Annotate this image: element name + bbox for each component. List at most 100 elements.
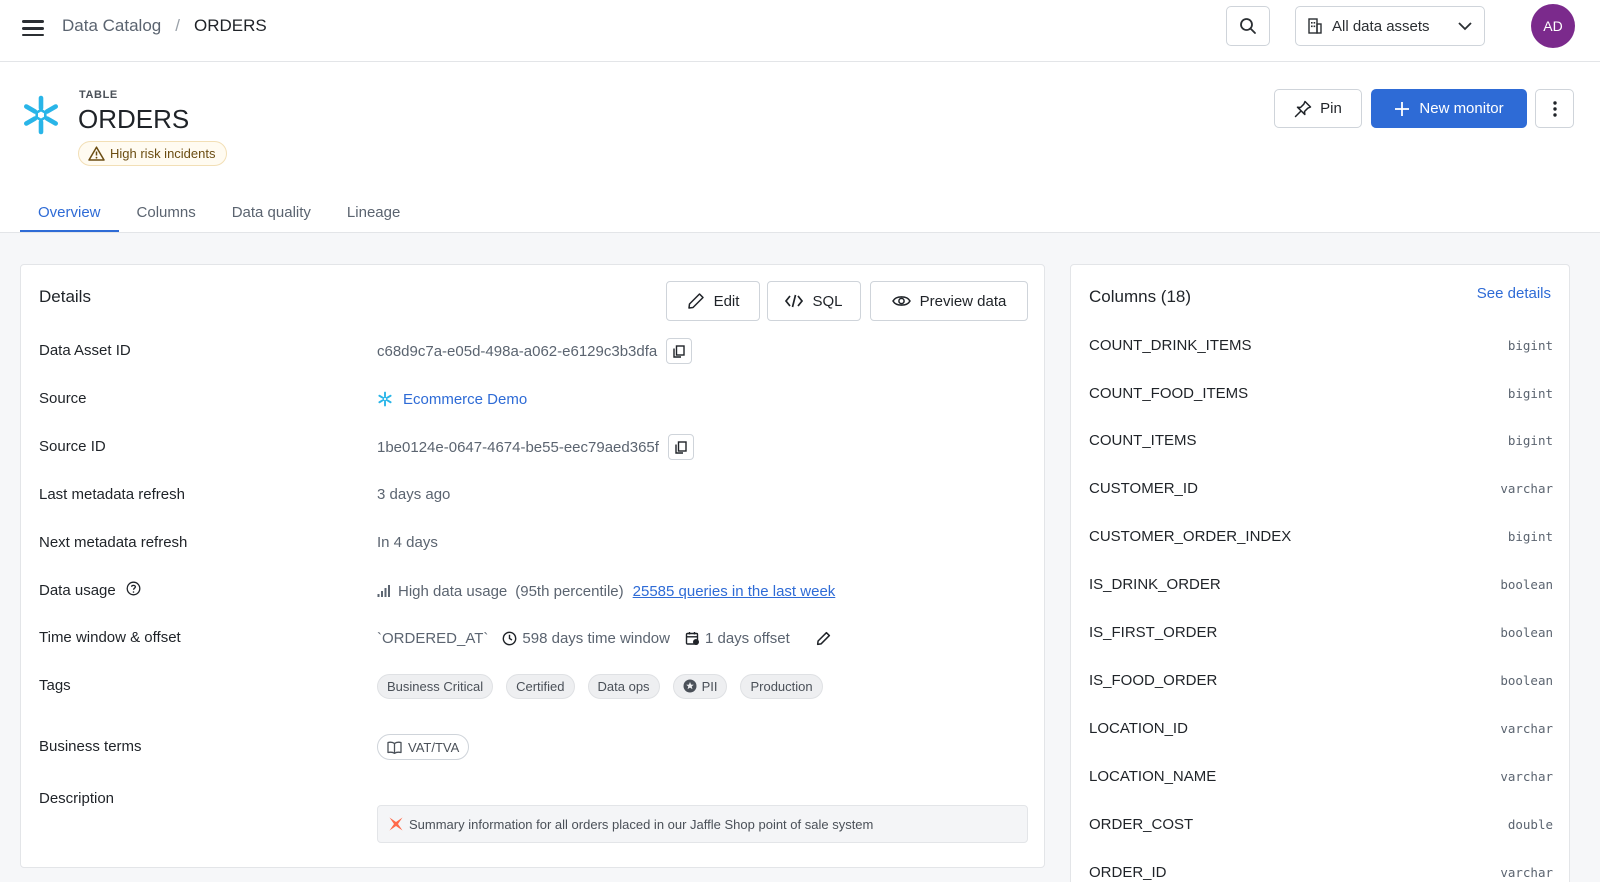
see-details-link[interactable]: See details bbox=[1477, 285, 1551, 302]
pin-icon bbox=[1294, 100, 1312, 117]
more-vertical-icon bbox=[1552, 100, 1557, 117]
preview-data-button[interactable]: Preview data bbox=[870, 281, 1028, 321]
column-name: IS_FOOD_ORDER bbox=[1089, 671, 1218, 689]
business-term-label: VAT/TVA bbox=[408, 739, 460, 755]
clock-icon bbox=[503, 631, 517, 645]
data-usage-row: High data usage (95th percentile) 25585 … bbox=[377, 577, 835, 605]
tag-production[interactable]: Production bbox=[740, 673, 823, 699]
tags-list: Business Critical Certified Data ops PII… bbox=[377, 672, 836, 700]
star-icon bbox=[683, 679, 697, 693]
column-type: boolean bbox=[1500, 576, 1553, 592]
column-row[interactable]: LOCATION_ID varchar bbox=[1089, 708, 1553, 748]
column-row[interactable]: COUNT_DRINK_ITEMS bigint bbox=[1089, 325, 1553, 365]
source-id-value: 1be0124e-0647-4674-be55-eec79aed365f bbox=[377, 438, 659, 456]
asset-filter-label: All data assets bbox=[1332, 17, 1430, 35]
tag-pii[interactable]: PII bbox=[672, 673, 728, 699]
column-name: CUSTOMER_ID bbox=[1089, 479, 1198, 497]
tab-bar: Overview Columns Data quality Lineage bbox=[20, 190, 418, 233]
column-name: LOCATION_ID bbox=[1089, 719, 1188, 737]
copy-icon bbox=[673, 344, 685, 358]
search-button[interactable] bbox=[1226, 6, 1270, 46]
source-label: Source bbox=[39, 390, 87, 407]
description-box[interactable]: Summary information for all orders place… bbox=[377, 805, 1028, 843]
calendar-icon bbox=[685, 631, 699, 645]
time-offset-value: 1 days offset bbox=[704, 629, 790, 647]
signal-icon bbox=[377, 585, 390, 597]
source-link[interactable]: Ecommerce Demo bbox=[403, 391, 527, 408]
column-row[interactable]: COUNT_ITEMS bigint bbox=[1089, 420, 1553, 460]
last-refresh-label: Last metadata refresh bbox=[39, 486, 185, 503]
column-row[interactable]: ORDER_COST double bbox=[1089, 804, 1553, 844]
asset-type-label: TABLE bbox=[79, 89, 118, 101]
source-id-row: 1be0124e-0647-4674-be55-eec79aed365f bbox=[377, 433, 694, 461]
menu-icon[interactable] bbox=[22, 16, 46, 38]
edit-label: Edit bbox=[713, 292, 740, 310]
source-row: Ecommerce Demo bbox=[377, 385, 527, 413]
edit-button[interactable]: Edit bbox=[666, 281, 760, 321]
business-terms-list: VAT/TVA bbox=[377, 733, 470, 761]
help-icon[interactable] bbox=[126, 581, 141, 596]
pin-button[interactable]: Pin bbox=[1274, 89, 1362, 128]
more-options-button[interactable] bbox=[1535, 89, 1574, 128]
tab-columns[interactable]: Columns bbox=[119, 190, 214, 233]
pencil-icon bbox=[687, 293, 704, 309]
description-label: Description bbox=[39, 790, 115, 807]
column-name: COUNT_ITEMS bbox=[1089, 431, 1197, 449]
tab-overview[interactable]: Overview bbox=[20, 190, 119, 233]
tag-certified[interactable]: Certified bbox=[506, 673, 575, 699]
sql-button[interactable]: SQL bbox=[767, 281, 861, 321]
column-row[interactable]: CUSTOMER_ID varchar bbox=[1089, 468, 1553, 508]
data-asset-id-value: c68d9c7a-e05d-498a-a062-e6129c3b3dfa bbox=[377, 342, 658, 360]
column-name: COUNT_DRINK_ITEMS bbox=[1089, 336, 1252, 354]
book-icon bbox=[387, 741, 402, 754]
column-name: ORDER_ID bbox=[1089, 863, 1167, 881]
column-row[interactable]: IS_FIRST_ORDER boolean bbox=[1089, 612, 1553, 652]
risk-badge[interactable]: High risk incidents bbox=[78, 141, 227, 166]
columns-title: Columns (18) bbox=[1089, 287, 1192, 306]
plus-icon bbox=[1395, 101, 1410, 116]
top-bar: Data Catalog / ORDERS All data assets AD bbox=[0, 0, 1600, 62]
risk-badge-label: High risk incidents bbox=[110, 146, 216, 161]
column-row[interactable]: COUNT_FOOD_ITEMS bigint bbox=[1089, 373, 1553, 413]
tab-data-quality[interactable]: Data quality bbox=[214, 190, 329, 233]
queries-link[interactable]: 25585 queries in the last week bbox=[633, 583, 836, 600]
avatar[interactable]: AD bbox=[1531, 4, 1575, 48]
time-window-value: 598 days time window bbox=[522, 629, 670, 647]
business-term-vat[interactable]: VAT/TVA bbox=[377, 734, 470, 760]
column-row[interactable]: ORDER_ID varchar bbox=[1089, 852, 1553, 882]
pin-label: Pin bbox=[1320, 100, 1342, 117]
breadcrumb-data-catalog[interactable]: Data Catalog bbox=[62, 16, 161, 36]
data-usage-label-group: Data usage bbox=[39, 581, 141, 599]
copy-source-id-button[interactable] bbox=[667, 434, 694, 460]
building-icon bbox=[1308, 18, 1322, 34]
tag-data-ops[interactable]: Data ops bbox=[587, 673, 660, 699]
time-column-value: `ORDERED_AT` bbox=[377, 629, 489, 647]
column-type: bigint bbox=[1507, 385, 1553, 401]
source-id-label: Source ID bbox=[39, 438, 106, 455]
column-name: LOCATION_NAME bbox=[1089, 767, 1217, 785]
asset-filter-select[interactable]: All data assets bbox=[1295, 6, 1485, 46]
column-name: IS_FIRST_ORDER bbox=[1089, 623, 1218, 641]
column-name: CUSTOMER_ORDER_INDEX bbox=[1089, 527, 1292, 545]
new-monitor-button[interactable]: New monitor bbox=[1371, 89, 1527, 128]
snowflake-icon bbox=[24, 95, 59, 135]
next-refresh-label: Next metadata refresh bbox=[39, 534, 188, 551]
column-row[interactable]: LOCATION_NAME varchar bbox=[1089, 756, 1553, 796]
column-row[interactable]: IS_FOOD_ORDER boolean bbox=[1089, 660, 1553, 700]
columns-card: Columns (18) See details COUNT_DRINK_ITE… bbox=[1070, 264, 1570, 882]
description-text: Summary information for all orders place… bbox=[409, 816, 874, 832]
column-type: double bbox=[1507, 816, 1553, 832]
column-type: boolean bbox=[1500, 672, 1553, 688]
preview-data-label: Preview data bbox=[919, 292, 1007, 310]
pencil-icon[interactable] bbox=[816, 631, 831, 646]
business-terms-label: Business terms bbox=[39, 738, 142, 755]
tag-business-critical[interactable]: Business Critical bbox=[377, 673, 494, 699]
tab-lineage[interactable]: Lineage bbox=[329, 190, 418, 233]
column-row[interactable]: IS_DRINK_ORDER boolean bbox=[1089, 564, 1553, 604]
column-name: COUNT_FOOD_ITEMS bbox=[1089, 384, 1249, 402]
column-row[interactable]: CUSTOMER_ORDER_INDEX bigint bbox=[1089, 516, 1553, 556]
details-card: Details Edit SQL Preview data Data Asset… bbox=[20, 264, 1045, 868]
last-refresh-value: 3 days ago bbox=[377, 486, 451, 503]
copy-asset-id-button[interactable] bbox=[666, 338, 693, 364]
dbt-icon bbox=[389, 817, 403, 831]
